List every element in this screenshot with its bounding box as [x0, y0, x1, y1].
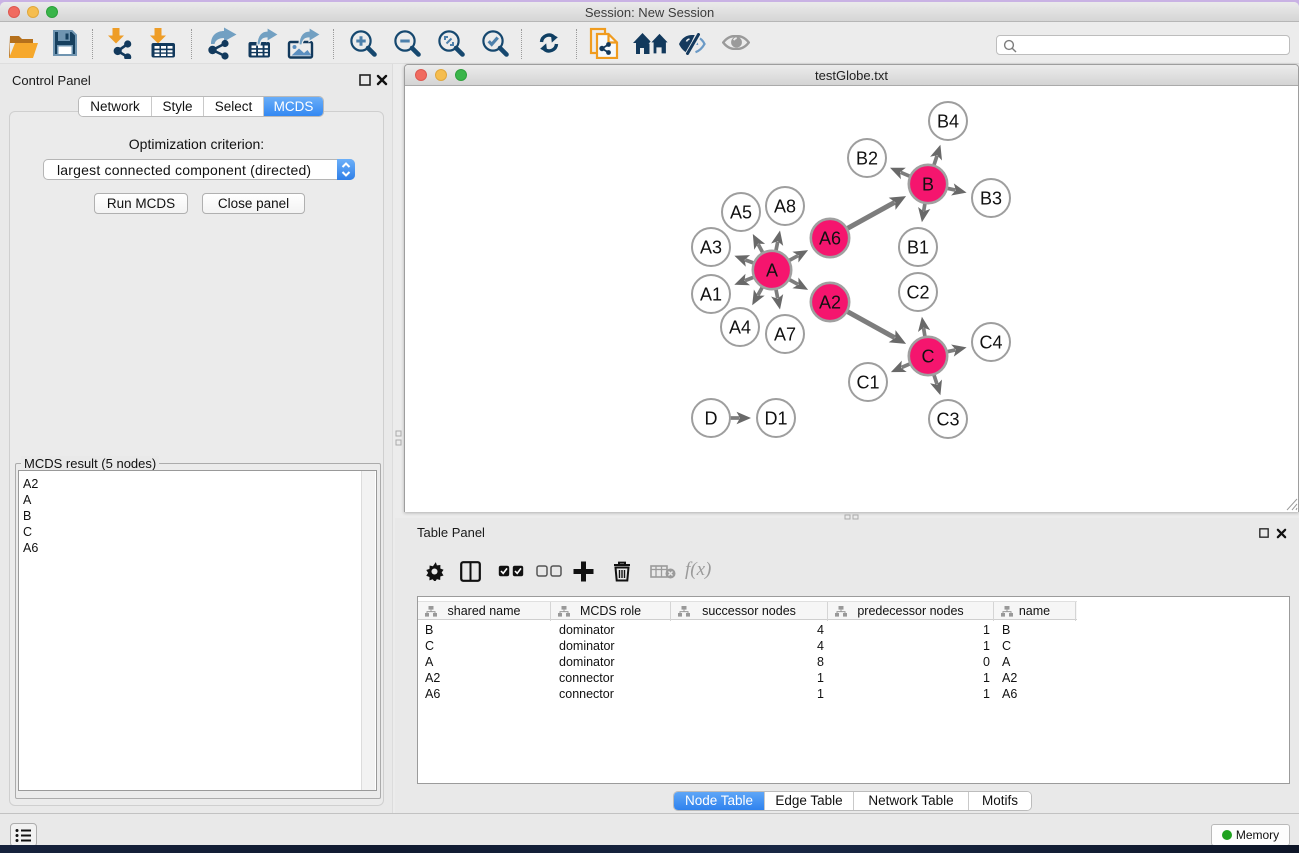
svg-text:A8: A8 — [774, 197, 796, 217]
svg-text:C: C — [922, 347, 935, 367]
svg-text:A3: A3 — [700, 238, 722, 258]
svg-text:B: B — [922, 175, 934, 195]
svg-text:A5: A5 — [730, 203, 752, 223]
svg-text:A7: A7 — [774, 325, 796, 345]
svg-text:C4: C4 — [979, 333, 1002, 353]
svg-text:A4: A4 — [729, 318, 751, 338]
svg-text:A2: A2 — [819, 293, 841, 313]
svg-text:B4: B4 — [937, 112, 959, 132]
svg-text:B1: B1 — [907, 238, 929, 258]
svg-text:D: D — [705, 409, 718, 429]
svg-text:B3: B3 — [980, 189, 1002, 209]
svg-text:A6: A6 — [819, 229, 841, 249]
svg-text:A1: A1 — [700, 285, 722, 305]
svg-text:C2: C2 — [906, 283, 929, 303]
svg-text:D1: D1 — [764, 409, 787, 429]
svg-text:C3: C3 — [936, 410, 959, 430]
svg-text:B2: B2 — [856, 149, 878, 169]
svg-text:C1: C1 — [856, 373, 879, 393]
svg-text:A: A — [766, 261, 778, 281]
